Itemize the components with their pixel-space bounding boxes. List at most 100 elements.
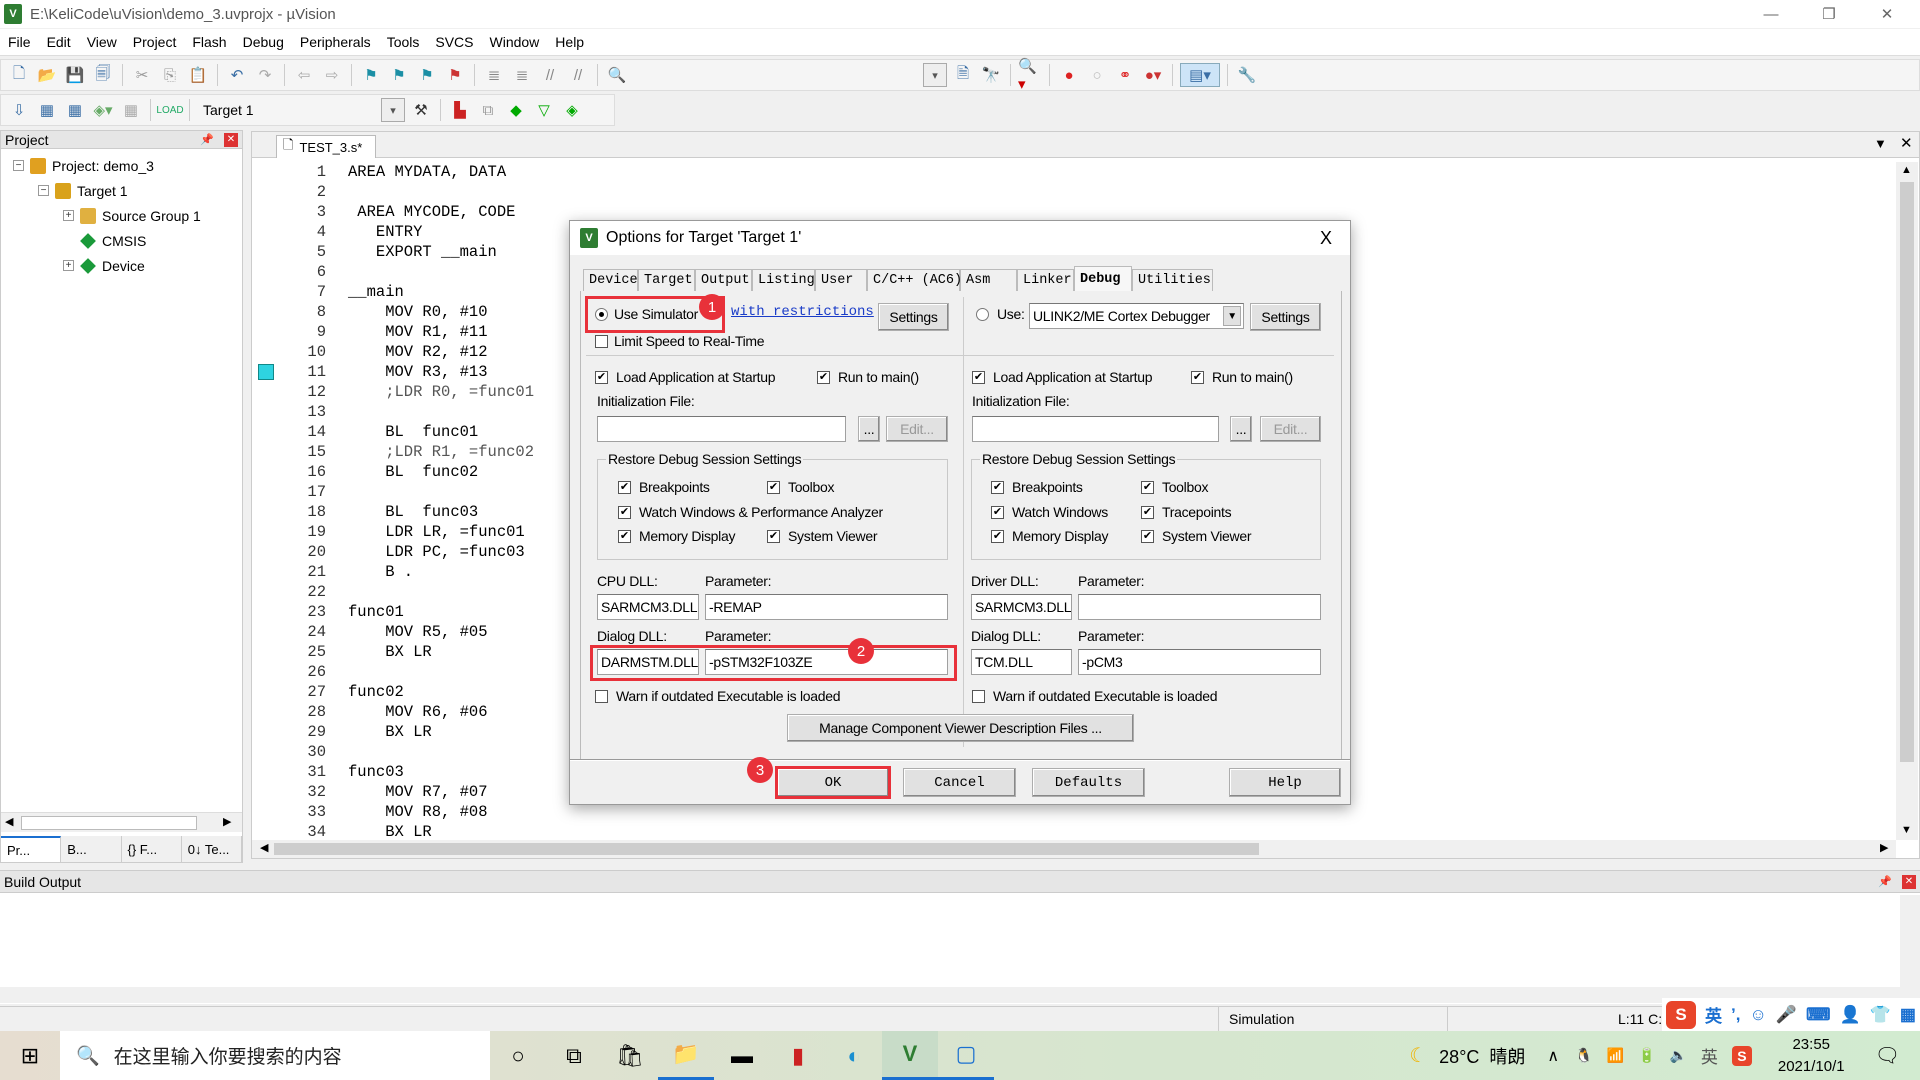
expander-icon[interactable]: +	[63, 260, 74, 271]
code-line[interactable]: MOV R6, #06	[348, 702, 487, 722]
code-line[interactable]: func01	[348, 602, 404, 622]
code-line[interactable]: AREA MYCODE, CODE	[348, 202, 515, 222]
edge-icon[interactable]: ◐	[826, 1031, 882, 1080]
tab-debug[interactable]: Debug	[1074, 266, 1132, 291]
expander-icon[interactable]: −	[13, 160, 24, 171]
dialog-dll-input-right[interactable]: TCM.DLL	[971, 649, 1072, 675]
tree-item[interactable]: + Source Group 1	[1, 203, 242, 228]
load-app-checkbox[interactable]: ✔ Load Application at Startup	[595, 369, 776, 385]
bookmark-prev-icon[interactable]: ⚑	[387, 63, 411, 87]
load-app-checkbox-right[interactable]: ✔ Load Application at Startup	[972, 369, 1153, 385]
code-line[interactable]: EXPORT __main	[348, 242, 497, 262]
build-output-h-scrollbar[interactable]	[0, 987, 1920, 1003]
target-options-icon[interactable]: ⚒	[409, 98, 433, 122]
checkbox[interactable]: ✔	[618, 505, 631, 519]
expander-icon[interactable]: +	[63, 210, 74, 221]
show-hidden-icons[interactable]: ∧	[1547, 1046, 1559, 1066]
init-file-browse-button[interactable]: ...	[858, 416, 880, 442]
app-red-icon[interactable]: ▮	[770, 1031, 826, 1080]
init-file-input-right[interactable]	[972, 416, 1219, 442]
project-tab-3[interactable]: 0↓ Te...	[182, 836, 242, 862]
code-line[interactable]: B .	[348, 562, 413, 582]
close-panel-icon[interactable]: ✕	[1902, 874, 1916, 889]
use-debugger-radio[interactable]: Use:	[976, 306, 1025, 322]
checkbox[interactable]: ✔	[618, 529, 631, 543]
save-icon[interactable]: 💾	[63, 63, 87, 87]
weather-icon[interactable]: ☾	[1409, 1043, 1427, 1068]
redo-icon[interactable]: ↷	[253, 63, 277, 87]
project-tab-2[interactable]: {} F...	[122, 836, 182, 862]
debug-session-icon[interactable]: 🔭	[979, 63, 1003, 87]
code-line[interactable]: BX LR	[348, 642, 432, 662]
tab-listing[interactable]: Listing	[752, 269, 815, 291]
keil-taskbar-icon[interactable]: V	[882, 1031, 938, 1080]
cortana-icon[interactable]: ○	[490, 1031, 546, 1080]
scroll-left-icon[interactable]: ◀	[5, 815, 13, 828]
checkbox[interactable]	[595, 334, 608, 348]
volume-icon[interactable]: 🔈	[1669, 1047, 1686, 1064]
tab-asm[interactable]: Asm	[960, 269, 1017, 291]
tab-c-c-ac6-[interactable]: C/C++ (AC6)	[867, 269, 962, 291]
cancel-button[interactable]: Cancel	[903, 768, 1016, 797]
minimize-button[interactable]: —	[1742, 0, 1800, 28]
batch-build-icon[interactable]: ◈▾	[91, 98, 115, 122]
keyboard-icon[interactable]: ⌨	[1806, 1005, 1831, 1025]
checkbox[interactable]: ✔	[1141, 480, 1154, 494]
enable-breakpoint-icon[interactable]: ○	[1085, 63, 1109, 87]
cut-icon[interactable]: ✂	[130, 63, 154, 87]
tab-list-dropdown[interactable]: ▼	[1874, 136, 1887, 151]
find-in-files-icon[interactable]: 🔍	[605, 63, 629, 87]
kill-breakpoints-icon[interactable]: ●▾	[1141, 63, 1165, 87]
driver-param-input[interactable]	[1078, 594, 1321, 620]
dialog-param-input-right[interactable]: -pCM3	[1078, 649, 1321, 675]
scroll-thumb[interactable]	[1900, 182, 1914, 762]
menu-debug[interactable]: Debug	[235, 34, 292, 50]
pin-icon[interactable]: 📌	[1878, 875, 1892, 888]
toolbox-icon[interactable]: ▦	[1900, 1005, 1916, 1025]
menu-tools[interactable]: Tools	[379, 34, 428, 50]
code-line[interactable]: MOV R7, #07	[348, 782, 487, 802]
target-select-dropdown[interactable]: ▾	[381, 98, 405, 122]
mysql-icon[interactable]: ▬	[714, 1031, 770, 1080]
scroll-right-icon[interactable]: ▶	[1880, 841, 1888, 854]
open-icon[interactable]: 📂	[35, 63, 59, 87]
limit-speed-checkbox[interactable]: Limit Speed to Real-Time	[595, 333, 765, 349]
build-output-v-scrollbar[interactable]	[1900, 895, 1920, 987]
disable-breakpoints-icon[interactable]: ⚭	[1113, 63, 1137, 87]
task-view-icon[interactable]: ⧉	[546, 1031, 602, 1080]
unindent-icon[interactable]: ≣	[510, 63, 534, 87]
battery-icon[interactable]: 🔋	[1638, 1047, 1655, 1064]
restore-watch-windows-performance-analyzer-checkbox[interactable]: ✔ Watch Windows & Performance Analyzer	[618, 504, 883, 520]
file-explorer-icon[interactable]: 📁	[658, 1031, 714, 1080]
radio[interactable]	[976, 307, 989, 321]
select-software-packs-icon[interactable]: ◈	[560, 98, 584, 122]
configure-icon[interactable]: 🔧	[1235, 63, 1259, 87]
init-file-browse-button-right[interactable]: ...	[1230, 416, 1252, 442]
scroll-left-icon[interactable]: ◀	[260, 841, 268, 854]
menu-flash[interactable]: Flash	[184, 34, 234, 50]
undo-icon[interactable]: ↶	[225, 63, 249, 87]
tab-device[interactable]: Device	[583, 269, 638, 291]
manage-multi-project-icon[interactable]: ⧉	[476, 98, 500, 122]
checkbox[interactable]: ✔	[1141, 505, 1154, 519]
init-file-input[interactable]	[597, 416, 846, 442]
ime-indicator[interactable]: 英	[1701, 1043, 1718, 1068]
find-combo-dropdown[interactable]: ▾	[923, 63, 947, 87]
tab-test-3-s[interactable]: 🗋 TEST_3.s*	[276, 135, 376, 158]
stop-build-icon[interactable]: ▦	[119, 98, 143, 122]
code-line[interactable]: MOV R8, #08	[348, 802, 487, 822]
code-line[interactable]: BX LR	[348, 822, 432, 840]
pin-icon[interactable]: 📌	[200, 133, 214, 146]
window-layout-icon[interactable]: ▤▾	[1180, 63, 1220, 87]
restore-memory-display-checkbox[interactable]: ✔ Memory Display	[618, 528, 735, 544]
menu-peripherals[interactable]: Peripherals	[292, 34, 379, 50]
menu-project[interactable]: Project	[125, 34, 185, 50]
warn-outdated-checkbox[interactable]: Warn if outdated Executable is loaded	[595, 688, 841, 704]
insert-breakpoint-icon[interactable]: ●	[1057, 63, 1081, 87]
dialog-close-button[interactable]: X	[1320, 228, 1332, 249]
menu-window[interactable]: Window	[482, 34, 548, 50]
target-select[interactable]: Target 1	[197, 98, 377, 122]
chevron-down-icon[interactable]: ▼	[1223, 306, 1241, 326]
manage-runtime-icon[interactable]: ◆	[504, 98, 528, 122]
code-line[interactable]: func02	[348, 682, 404, 702]
